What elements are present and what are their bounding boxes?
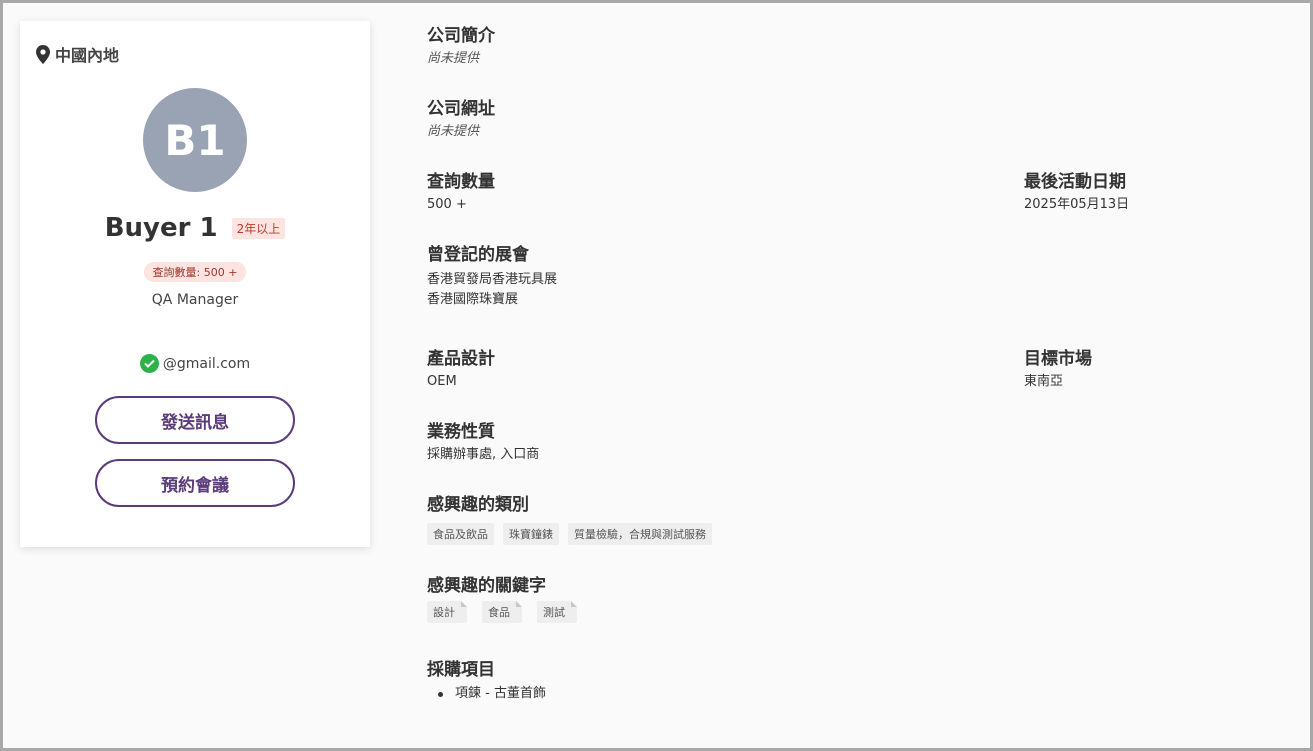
product-design-value: OEM bbox=[427, 374, 457, 389]
tag-fold-corner bbox=[461, 601, 467, 607]
keyword-tag-text: 測試 bbox=[543, 606, 565, 619]
business-nature-value: 採購辦事處, 入口商 bbox=[427, 447, 540, 462]
keyword-tag: 測試 bbox=[537, 601, 577, 623]
purchase-items-label: 採購項目 bbox=[427, 660, 495, 680]
email-row: @gmail.com bbox=[20, 354, 370, 373]
interested-keywords-field: 感興趣的關鍵字 設計 食品 測試 bbox=[427, 575, 577, 623]
company-intro-value: 尚未提供 bbox=[427, 51, 480, 66]
last-active-label: 最後活動日期 bbox=[1024, 172, 1126, 192]
target-market-value: 東南亞 bbox=[1024, 374, 1064, 389]
target-market-label: 目標市場 bbox=[1024, 349, 1092, 369]
send-message-button[interactable]: 發送訊息 bbox=[95, 396, 295, 444]
company-website-field: 公司網址 尚未提供 bbox=[427, 98, 495, 142]
business-nature-field: 業務性質 採購辦事處, 入口商 bbox=[427, 421, 539, 465]
inquiry-count-value: 500 + bbox=[427, 197, 467, 212]
inquiry-count-label: 查詢數量 bbox=[427, 172, 495, 192]
inquiry-count-field: 查詢數量 500 + bbox=[427, 171, 495, 215]
inquiry-badge-row: 查詢數量: 500 + bbox=[20, 262, 370, 282]
registered-fairs-label: 曾登記的展會 bbox=[427, 245, 529, 265]
buyer-name: Buyer 1 bbox=[104, 213, 218, 243]
interested-keywords-label: 感興趣的關鍵字 bbox=[427, 576, 546, 596]
purchase-items-list: 項鍊 - 古董首飾 bbox=[427, 684, 546, 704]
registered-fairs-field: 曾登記的展會 香港貿發局香港玩具展 香港國際珠寶展 bbox=[427, 244, 557, 310]
interested-categories-field: 感興趣的類別 食品及飲品 珠寶鐘錶 質量檢驗，合規與測試服務 bbox=[427, 494, 712, 545]
inquiry-badge: 查詢數量: 500 + bbox=[143, 262, 247, 282]
registered-fair-item: 香港貿發局香港玩具展 bbox=[427, 272, 558, 287]
category-tag: 食品及飲品 bbox=[427, 523, 494, 545]
profile-card: 中國內地 B1 Buyer 1 2年以上 查詢數量: 500 + QA Mana… bbox=[20, 21, 370, 547]
list-item: 項鍊 - 古董首飾 bbox=[427, 684, 546, 704]
map-pin-icon bbox=[36, 44, 50, 64]
category-tag: 質量檢驗，合規與測試服務 bbox=[568, 523, 712, 545]
keyword-tag: 設計 bbox=[427, 601, 467, 623]
last-active-field: 最後活動日期 2025年05月13日 bbox=[1024, 171, 1129, 215]
keyword-tags: 設計 食品 測試 bbox=[427, 601, 577, 623]
avatar: B1 bbox=[143, 88, 247, 192]
product-design-label: 產品設計 bbox=[427, 349, 495, 369]
registered-fair-item: 香港國際珠寶展 bbox=[427, 292, 519, 307]
years-badge: 2年以上 bbox=[231, 217, 286, 239]
email-text: @gmail.com bbox=[162, 355, 251, 372]
interested-categories-label: 感興趣的類別 bbox=[427, 495, 529, 515]
location: 中國內地 bbox=[36, 42, 119, 66]
keyword-tag-text: 設計 bbox=[433, 606, 455, 619]
keyword-tag: 食品 bbox=[482, 601, 522, 623]
job-title: QA Manager bbox=[151, 292, 239, 308]
tag-fold-corner bbox=[516, 601, 522, 607]
tag-fold-corner bbox=[571, 601, 577, 607]
business-nature-label: 業務性質 bbox=[427, 422, 495, 442]
company-website-label: 公司網址 bbox=[427, 99, 495, 119]
category-tags: 食品及飲品 珠寶鐘錶 質量檢驗，合規與測試服務 bbox=[427, 523, 712, 545]
last-active-value: 2025年05月13日 bbox=[1024, 197, 1130, 212]
company-intro-field: 公司簡介 尚未提供 bbox=[427, 25, 495, 69]
company-website-value: 尚未提供 bbox=[427, 124, 480, 139]
keyword-tag-text: 食品 bbox=[488, 606, 510, 619]
purchase-items-field: 採購項目 項鍊 - 古董首飾 bbox=[427, 659, 546, 704]
company-intro-label: 公司簡介 bbox=[427, 26, 495, 46]
book-meeting-button[interactable]: 預約會議 bbox=[95, 459, 295, 507]
target-market-field: 目標市場 東南亞 bbox=[1024, 348, 1092, 392]
category-tag: 珠寶鐘錶 bbox=[503, 523, 559, 545]
name-row: Buyer 1 2年以上 bbox=[20, 213, 370, 243]
location-text: 中國內地 bbox=[55, 46, 120, 65]
verified-check-icon bbox=[139, 354, 159, 373]
product-design-field: 產品設計 OEM bbox=[427, 348, 495, 392]
